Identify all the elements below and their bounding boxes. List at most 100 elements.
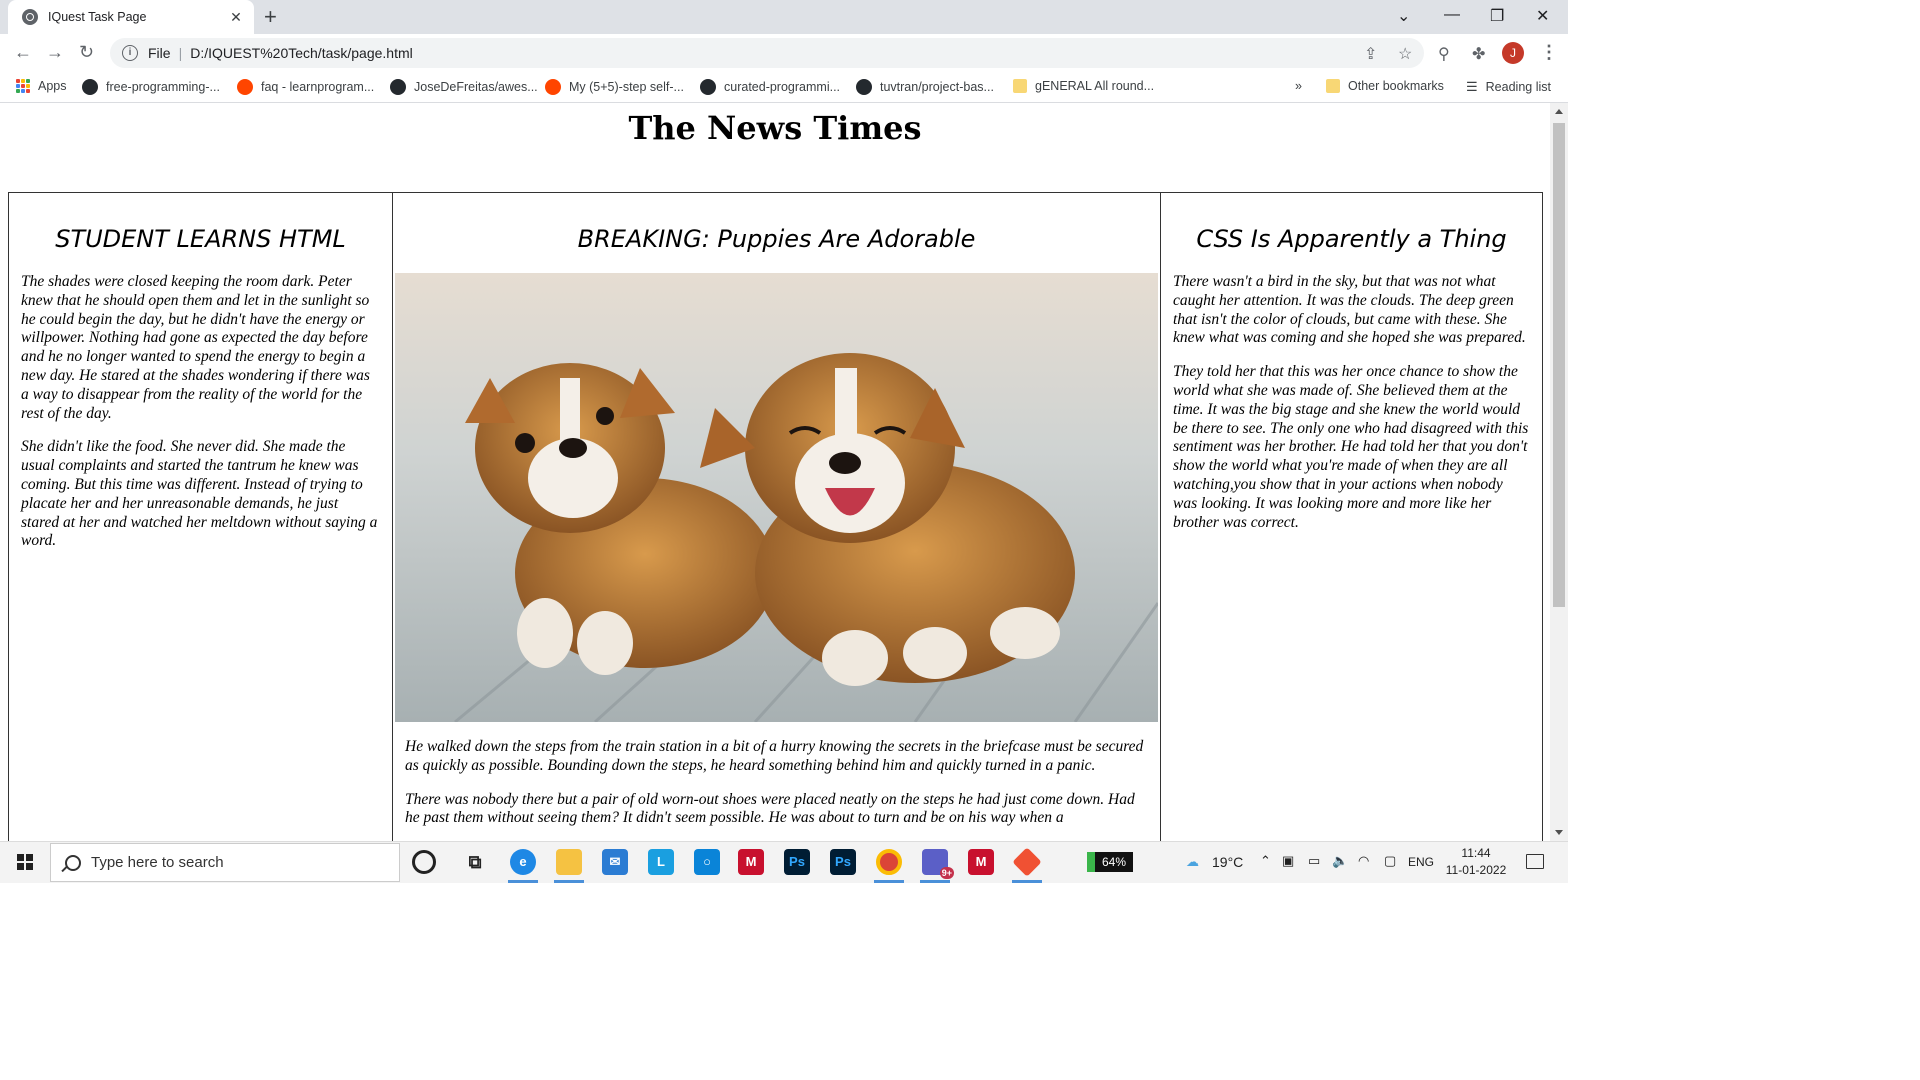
clock-date: 11-01-2022	[1445, 863, 1507, 877]
github-icon	[700, 79, 716, 95]
other-bookmarks-label: Other bookmarks	[1348, 79, 1444, 93]
mail-icon[interactable]: ✉	[602, 849, 628, 875]
battery-tray-icon[interactable]: ▭	[1308, 853, 1320, 869]
folder-icon	[1326, 79, 1340, 93]
onedrive-icon[interactable]: ▢	[1384, 853, 1396, 869]
reading-list-label: Reading list	[1485, 80, 1551, 94]
address-bar[interactable]: i File | D:/IQUEST%20Tech/task/page.html…	[110, 38, 1424, 68]
bookmark-label: gENERAL All round...	[1035, 79, 1155, 93]
reload-icon[interactable]: ↻	[79, 42, 94, 63]
info-icon[interactable]: i	[122, 45, 138, 61]
windows-start-icon[interactable]	[17, 854, 33, 870]
mcafee-icon[interactable]: M	[738, 849, 764, 875]
bookmark-item[interactable]: free-programming-...	[82, 79, 220, 95]
tab-close-icon[interactable]: ✕	[228, 9, 244, 26]
right-headline: CSS Is Apparently a Thing	[1196, 225, 1507, 253]
github-icon	[82, 79, 98, 95]
apps-grid-icon	[16, 79, 30, 93]
bookmark-label: free-programming-...	[106, 80, 220, 94]
notifications-icon[interactable]	[1526, 854, 1544, 869]
temperature[interactable]: 19°C	[1212, 854, 1243, 870]
github-icon	[856, 79, 872, 95]
tray-app-icon[interactable]: ▣	[1282, 853, 1294, 869]
url-separator: |	[178, 45, 183, 61]
photoshop-icon[interactable]: Ps	[784, 849, 810, 875]
new-tab-button[interactable]: +	[264, 4, 277, 30]
github-icon	[390, 79, 406, 95]
system-clock[interactable]: 11:44 11-01-2022	[1438, 845, 1514, 879]
cortana-icon[interactable]	[412, 850, 436, 874]
volume-icon[interactable]: 🔈	[1332, 853, 1348, 869]
folder-icon	[1013, 79, 1027, 93]
star-bookmark-icon[interactable]: ☆	[1398, 44, 1412, 64]
bookmark-item[interactable]: curated-programmi...	[700, 79, 840, 95]
mcafee-icon-2[interactable]: M	[968, 849, 994, 875]
middle-column: BREAKING: Puppies Are Adorable He walked…	[393, 192, 1160, 841]
bookmark-item[interactable]: My (5+5)-step self-...	[545, 79, 684, 95]
reading-list[interactable]: ☰ Reading list	[1466, 79, 1551, 95]
url-scheme-label: File	[148, 45, 171, 61]
close-window-button[interactable]: ✕	[1536, 6, 1549, 26]
other-bookmarks[interactable]: Other bookmarks	[1326, 79, 1444, 93]
scroll-down-arrow-icon[interactable]	[1555, 830, 1563, 835]
wifi-icon[interactable]: ◠	[1358, 853, 1369, 869]
right-column: CSS Is Apparently a Thing There wasn't a…	[1160, 192, 1543, 841]
search-zoom-icon[interactable]: ⚲	[1438, 44, 1450, 64]
file-explorer-icon[interactable]	[556, 849, 582, 875]
git-active-indicator	[1012, 880, 1042, 883]
restore-button[interactable]: ❐	[1490, 6, 1504, 26]
photoshop-icon-2[interactable]: Ps	[830, 849, 856, 875]
windows-taskbar: Type here to search ⧉ e ✉ L ○ M Ps Ps 9+…	[0, 841, 1568, 883]
tab-search-chevron-icon[interactable]: ⌄	[1397, 6, 1410, 26]
reading-list-icon: ☰	[1466, 79, 1478, 94]
weather-icon[interactable]: ☁	[1186, 854, 1199, 870]
l-app-icon[interactable]: L	[648, 849, 674, 875]
chrome-active-indicator	[874, 880, 904, 883]
bookmark-label: curated-programmi...	[724, 80, 841, 94]
url-text[interactable]: D:/IQUEST%20Tech/task/page.html	[190, 45, 413, 61]
teams-icon[interactable]: 9+	[922, 849, 954, 879]
reddit-icon	[545, 79, 561, 95]
minimize-button[interactable]: —	[1444, 6, 1460, 24]
page-viewport: The News Times STUDENT LEARNS HTML The s…	[0, 103, 1550, 841]
share-icon[interactable]: ⇪	[1364, 44, 1377, 64]
browser-toolbar: ← → ↻ i File | D:/IQUEST%20Tech/task/pag…	[0, 34, 1568, 72]
battery-indicator[interactable]: 64%	[1087, 852, 1133, 872]
task-view-icon[interactable]: ⧉	[462, 849, 488, 875]
git-icon[interactable]	[1012, 847, 1042, 877]
bookmarks-overflow-button[interactable]: »	[1295, 79, 1302, 93]
taskbar-search[interactable]: Type here to search	[50, 843, 400, 882]
article-paragraph: There was nobody there but a pair of old…	[405, 790, 1135, 827]
blue-app-icon[interactable]: ○	[694, 849, 720, 875]
browser-menu-icon[interactable]: ⋮	[1540, 42, 1558, 63]
explorer-active-indicator	[554, 880, 584, 883]
show-hidden-icons-chevron-icon[interactable]: ⌃	[1260, 853, 1271, 869]
forward-arrow-icon[interactable]: →	[46, 42, 64, 63]
language-indicator[interactable]: ENG	[1408, 855, 1434, 869]
scrollbar-thumb[interactable]	[1553, 123, 1565, 607]
edge-icon[interactable]: e	[510, 849, 536, 875]
article-paragraph: She didn't like the food. She never did.…	[21, 438, 378, 550]
taskbar-search-placeholder: Type here to search	[91, 854, 224, 871]
left-headline: STUDENT LEARNS HTML	[55, 225, 346, 253]
extensions-puzzle-icon[interactable]: ✤	[1472, 44, 1485, 64]
page-scrollbar[interactable]	[1550, 103, 1568, 841]
article-paragraph: They told her that this was her once cha…	[1173, 363, 1529, 531]
bookmark-label: Apps	[38, 79, 67, 93]
left-column: STUDENT LEARNS HTML The shades were clos…	[8, 192, 393, 841]
chrome-icon[interactable]	[876, 849, 902, 875]
browser-tab[interactable]: IQuest Task Page ✕	[8, 0, 254, 34]
reddit-icon	[237, 79, 253, 95]
bookmark-item[interactable]: JoseDeFreitas/awes...	[390, 79, 538, 95]
puppies-photo	[395, 273, 1158, 722]
teams-active-indicator	[920, 880, 950, 883]
edge-active-indicator	[508, 880, 538, 883]
bookmark-item[interactable]: faq - learnprogram...	[237, 79, 374, 95]
bookmark-item[interactable]: gENERAL All round...	[1013, 79, 1154, 93]
scroll-up-arrow-icon[interactable]	[1555, 109, 1563, 114]
bookmark-apps[interactable]: Apps	[16, 79, 67, 93]
profile-avatar[interactable]: J	[1502, 42, 1524, 64]
back-arrow-icon[interactable]: ←	[14, 42, 32, 63]
article-paragraph: The shades were closed keeping the room …	[21, 273, 370, 422]
bookmark-item[interactable]: tuvtran/project-bas...	[856, 79, 994, 95]
